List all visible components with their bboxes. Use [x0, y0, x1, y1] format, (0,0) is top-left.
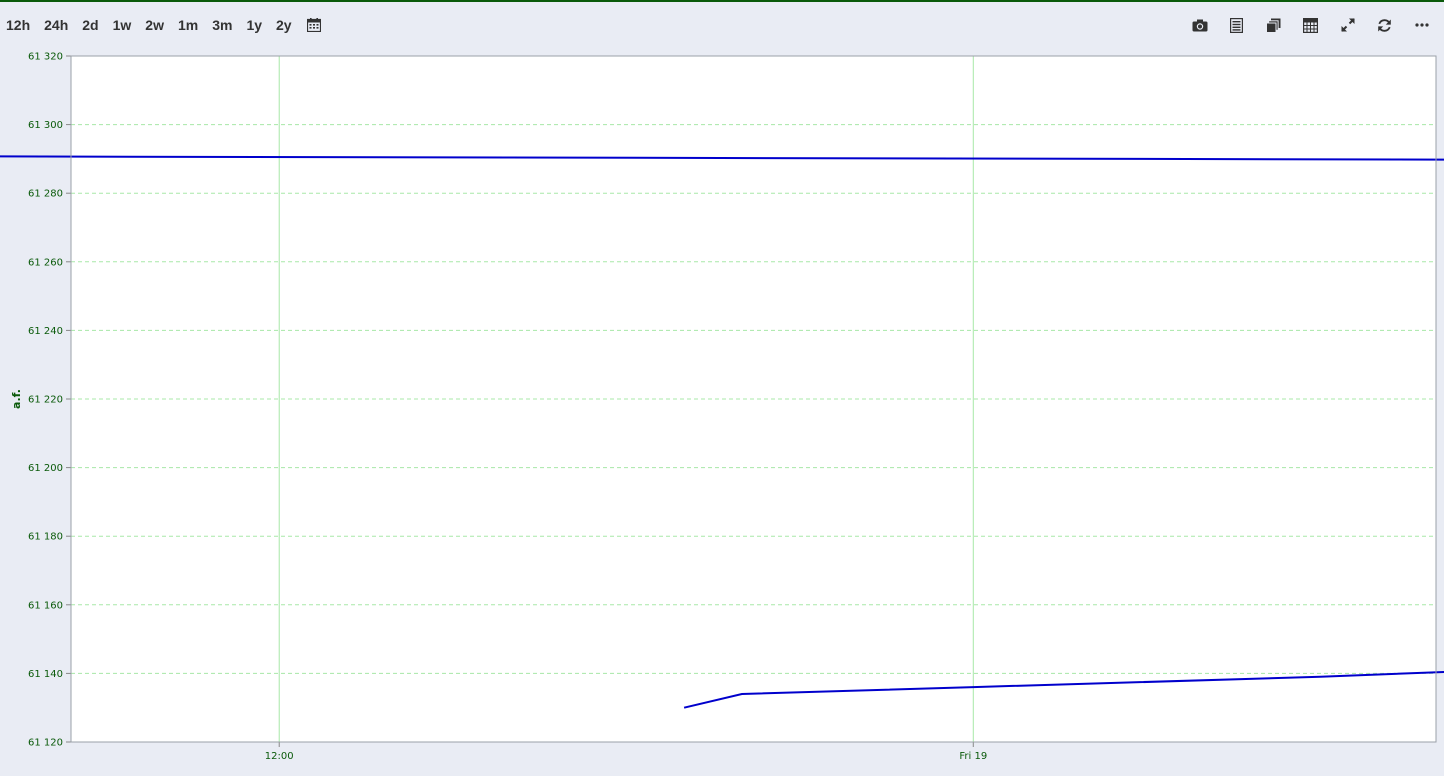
range-button-1w[interactable]: 1w: [106, 10, 139, 40]
range-button-1m[interactable]: 1m: [171, 10, 205, 40]
range-button-1y[interactable]: 1y: [239, 10, 269, 40]
plot-area: [71, 56, 1436, 742]
y-tick-label: 61 140: [28, 669, 63, 680]
y-tick-label: 61 200: [28, 463, 63, 474]
range-button-2w[interactable]: 2w: [138, 10, 171, 40]
y-tick-label: 61 160: [28, 600, 63, 611]
more-icon[interactable]: [1403, 10, 1440, 40]
range-button-2y[interactable]: 2y: [269, 10, 299, 40]
series-line: [0, 155, 1444, 709]
range-button-24h[interactable]: 24h: [37, 10, 75, 40]
refresh-icon[interactable]: [1366, 10, 1403, 40]
x-tick-label: Fri 19: [959, 751, 987, 762]
y-axis-label: a.f.: [10, 389, 23, 409]
y-tick-label: 61 280: [28, 189, 63, 200]
y-tick-label: 61 240: [28, 326, 63, 337]
y-tick-label: 61 220: [28, 395, 63, 406]
camera-icon[interactable]: [1181, 10, 1218, 40]
range-selector: 12h 24h 2d 1w 2w 1m 3m 1y 2y: [0, 2, 329, 48]
expand-icon[interactable]: [1329, 10, 1366, 40]
chart-tools: [1181, 2, 1440, 48]
y-tick-label: 61 180: [28, 532, 63, 543]
range-button-12h[interactable]: 12h: [0, 10, 37, 40]
y-tick-label: 61 300: [28, 120, 63, 131]
calendar-icon[interactable]: [299, 10, 329, 40]
line-chart: 61 120 61 140 61 160 61 180 61 200 61 220 61 2…: [0, 52, 1444, 762]
list-icon[interactable]: [1218, 10, 1255, 40]
y-tick-label: 61 120: [28, 738, 63, 749]
range-button-3m[interactable]: 3m: [205, 10, 239, 40]
plot-border: [70, 55, 1437, 743]
y-tick-label: 61 320: [28, 52, 63, 63]
layers-icon[interactable]: [1255, 10, 1292, 40]
x-tick-label: 12:00: [265, 751, 294, 762]
chart-toolbar: 12h 24h 2d 1w 2w 1m 3m 1y 2y: [0, 2, 1444, 48]
y-tick-label: 61 260: [28, 257, 63, 268]
grid-select-icon[interactable]: [1292, 10, 1329, 40]
range-button-2d[interactable]: 2d: [75, 10, 105, 40]
